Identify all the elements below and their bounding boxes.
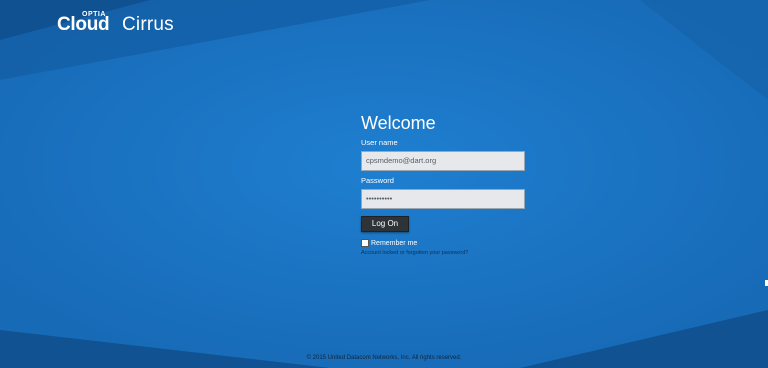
password-label: Password bbox=[361, 176, 394, 185]
remember-me-label: Remember me bbox=[371, 239, 418, 247]
copyright-footer: © 2015 United Datacom Networks, Inc. All… bbox=[306, 355, 462, 361]
welcome-heading: Welcome bbox=[361, 113, 436, 133]
remember-me-checkbox[interactable] bbox=[361, 239, 369, 247]
username-label: User name bbox=[361, 138, 398, 147]
log-on-button[interactable]: Log On bbox=[361, 216, 409, 232]
logo-word-bold: Cloud bbox=[57, 14, 110, 35]
login-form: Welcome User name cpsmdemo@dart.org Pass… bbox=[361, 112, 531, 256]
username-input[interactable]: cpsmdemo@dart.org bbox=[361, 151, 525, 171]
logo-word-light: Cirrus bbox=[122, 14, 174, 35]
password-input[interactable]: •••••••••• bbox=[361, 189, 525, 209]
cloudcirrus-logo: OPTIA Cloud Cirrus bbox=[57, 11, 207, 35]
remember-me-row: Remember me bbox=[361, 238, 531, 248]
forgot-password-link[interactable]: Account locked or forgotten your passwor… bbox=[361, 250, 531, 256]
